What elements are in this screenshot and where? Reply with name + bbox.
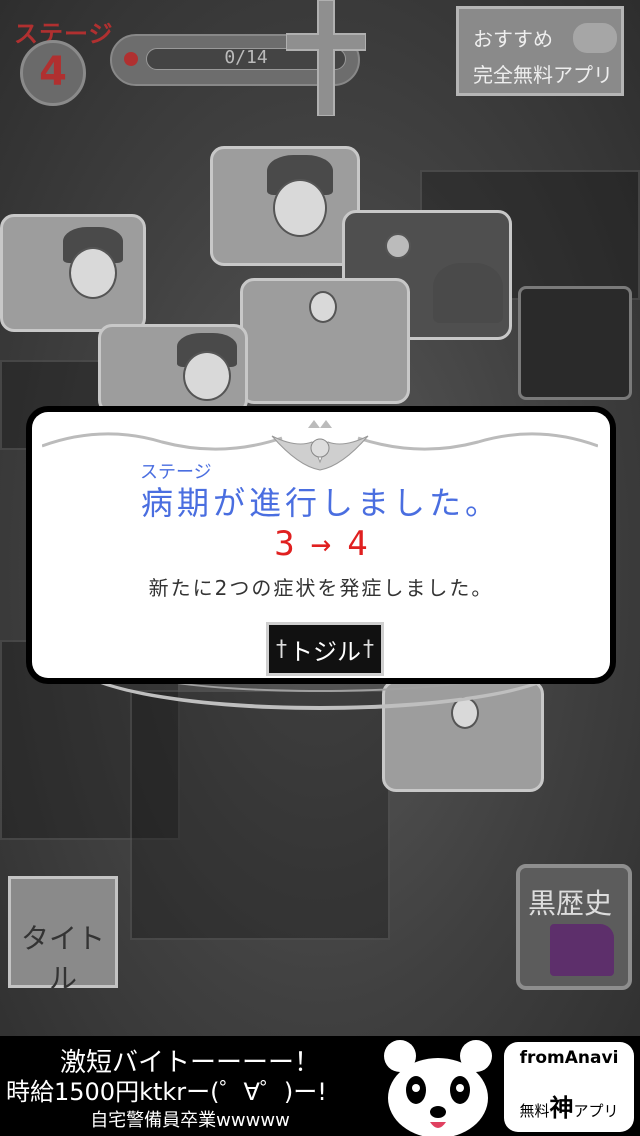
- empty-slot[interactable]: [518, 286, 632, 400]
- dark-history-label: 黒歴史: [528, 887, 613, 920]
- dialog-title: 病期が進行しました。: [140, 484, 501, 522]
- gamepad-icon: [573, 23, 617, 53]
- sketch-card-jars[interactable]: [0, 214, 146, 332]
- title-button-label: タイトル: [20, 922, 105, 995]
- ad-brand-sub-prefix: 無料: [519, 1102, 550, 1120]
- cross-icon: [286, 0, 366, 116]
- ad-wage-text: 時給1500円ktkrー(゜∀゜)ー!: [6, 1078, 327, 1106]
- panda-mascot-icon: [384, 1040, 492, 1136]
- winged-skull-ornament-icon: [42, 420, 598, 471]
- close-button[interactable]: † トジル †: [266, 622, 384, 676]
- dialog-panel: ステージ 病期が進行しました。 3 → 4 新たに2つの症状を発症しました。 † ト…: [32, 412, 610, 678]
- ad-banner[interactable]: 激短バイトーーーー！ 時給1500円ktkrー(゜∀゜)ー! 自宅警備員卒業ww…: [0, 1036, 640, 1136]
- dagger-icon: †: [276, 636, 287, 662]
- ad-tagline: 自宅警備員卒業wwwww: [90, 1110, 290, 1131]
- sketch-card-everyday[interactable]: [210, 146, 360, 266]
- ad-brand-sub-suffix: アプリ: [573, 1102, 619, 1120]
- stage-badge: ステージ 4: [14, 10, 113, 106]
- recommend-apps-button[interactable]: おすすめ 完全無料アプリ: [456, 6, 624, 96]
- ad-brand-sub: 無料神アプリ: [504, 1088, 634, 1123]
- stage-change: 3 → 4: [32, 524, 610, 564]
- ad-brand-logo: fromAnavi 無料神アプリ: [504, 1042, 634, 1132]
- sketch-card-jars-2[interactable]: [98, 324, 248, 414]
- stage-from: 3: [274, 524, 295, 564]
- stage-to: 4: [347, 524, 368, 564]
- dagger-icon: †: [363, 636, 374, 662]
- stage-number: 4: [39, 49, 67, 95]
- arrow-icon: →: [310, 524, 332, 564]
- progress-indicator-dot: [124, 52, 138, 66]
- stage-circle: 4: [20, 40, 86, 106]
- book-icon: [550, 924, 614, 976]
- dark-history-button[interactable]: 黒歴史: [516, 864, 632, 990]
- recommend-label-line2: 完全無料アプリ: [473, 63, 613, 87]
- sketch-card-crowd[interactable]: [240, 278, 410, 404]
- dialog-message: 新たに2つの症状を発症しました。: [148, 576, 494, 600]
- stage-progress-dialog: ステージ 病期が進行しました。 3 → 4 新たに2つの症状を発症しました。 † ト…: [26, 406, 616, 684]
- title-button[interactable]: タイトル: [8, 876, 118, 995]
- close-button-label: トジル: [289, 637, 361, 666]
- desk: [130, 690, 390, 940]
- recommend-label-line1: おすすめ: [473, 27, 553, 51]
- ad-brand-name: fromAnavi: [519, 1048, 619, 1068]
- ad-brand-sub-big: 神: [549, 1094, 574, 1122]
